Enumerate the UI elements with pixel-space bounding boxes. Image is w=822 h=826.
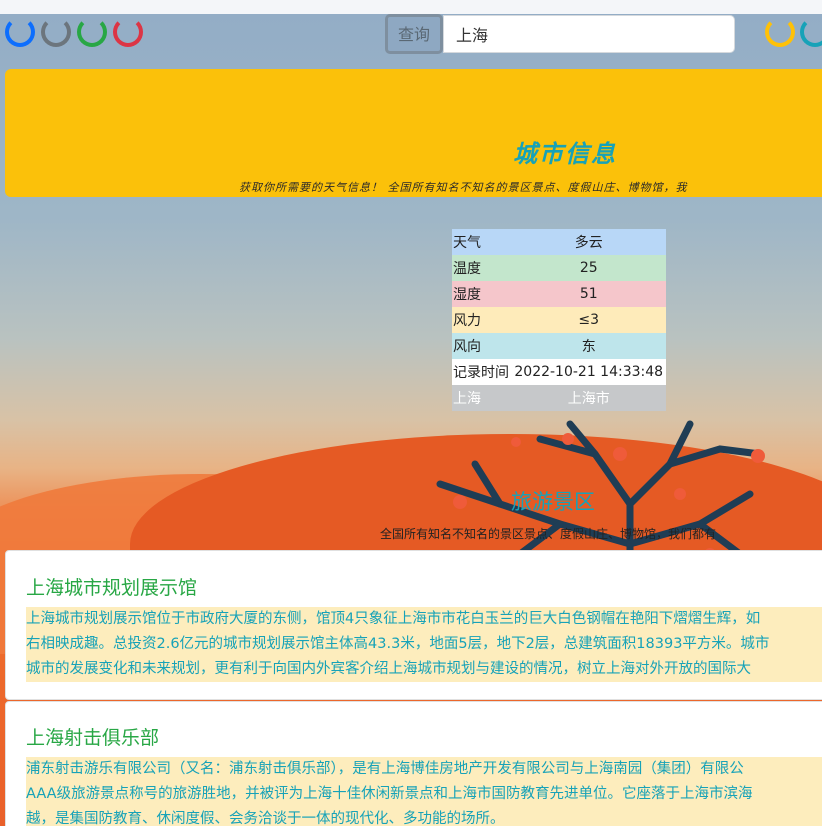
weather-label: 记录时间 bbox=[453, 365, 509, 381]
weather-value: 51 bbox=[579, 286, 598, 302]
search-button[interactable]: 查询 bbox=[385, 14, 443, 54]
description-line: 浦东射击游乐有限公司（又名：浦东射击俱乐部），是有上海博佳房地产开发有限公司与上… bbox=[26, 761, 744, 777]
weather-row: 温度 25 bbox=[452, 255, 666, 281]
weather-row: 记录时间 2022-10-21 14:33:48 bbox=[452, 359, 666, 385]
weather-value: 25 bbox=[579, 260, 598, 276]
weather-label: 风力 bbox=[453, 313, 481, 329]
weather-label: 上海 bbox=[453, 391, 481, 407]
weather-value: 上海市 bbox=[567, 391, 610, 407]
weather-label: 天气 bbox=[453, 235, 481, 251]
attraction-card: 上海射击俱乐部 浦东射击游乐有限公司（又名：浦东射击俱乐部），是有上海博佳房地产… bbox=[5, 701, 822, 826]
attraction-card: 上海城市规划展示馆 上海城市规划展示馆位于市政府大厦的东侧，馆顶4只象征上海市市… bbox=[5, 550, 822, 700]
description-line: 城市的发展变化和未来规划，更有利于向国内外宾客介绍上海城市规划与建设的情况，树立… bbox=[26, 661, 751, 677]
weather-row: 风向 东 bbox=[452, 333, 666, 359]
loading-spinner-red bbox=[113, 17, 143, 47]
weather-row: 湿度 51 bbox=[452, 281, 666, 307]
weather-row: 天气 多云 bbox=[452, 229, 666, 255]
weather-label: 风向 bbox=[453, 339, 481, 355]
weather-table: 天气 多云温度 25 湿度 51 风力 ≤3 风向 东记录时间 2022-10-21 14:33:… bbox=[452, 229, 666, 411]
banner-subtitle: 获取你所需要的天气信息！ 全国所有知名不知名的景区景点、度假山庄、博物馆，我 bbox=[239, 181, 688, 194]
weather-value: 2022-10-21 14:33:48 bbox=[514, 364, 664, 380]
tourism-section-subtitle: 全国所有知名不知名的景区景点、度假山庄、博物馆，我们都有 bbox=[380, 527, 717, 541]
weather-value: 多云 bbox=[574, 235, 603, 251]
description-line: 右相映成趣。总投资2.6亿元的城市规划展示馆主体高43.3米，地面5层，地下2层… bbox=[26, 636, 770, 652]
loading-spinner-blue bbox=[5, 17, 35, 47]
weather-row: 风力 ≤3 bbox=[452, 307, 666, 333]
attraction-title: 上海城市规划展示馆 bbox=[26, 577, 198, 599]
description-line: 上海城市规划展示馆位于市政府大厦的东侧，馆顶4只象征上海市市花白玉兰的巨大白色钢… bbox=[26, 611, 761, 627]
description-line: AAA级旅游景点称号的旅游胜地，并被评为上海十佳休闲新景点和上海市国防教育先进单… bbox=[26, 786, 753, 802]
description-line: 越，是集国防教育、休闲度假、会务洽谈于一体的现代化、多功能的场所。 bbox=[26, 811, 505, 826]
weather-label: 湿度 bbox=[453, 287, 481, 303]
page-title: 城市信息 bbox=[513, 139, 617, 168]
attraction-description: 浦东射击游乐有限公司（又名：浦东射击俱乐部），是有上海博佳房地产开发有限公司与上… bbox=[26, 757, 822, 826]
attraction-title: 上海射击俱乐部 bbox=[26, 727, 160, 749]
top-strip bbox=[0, 0, 822, 14]
city-search-input[interactable] bbox=[443, 15, 735, 53]
loading-spinner-green bbox=[77, 17, 107, 47]
weather-value: 东 bbox=[581, 339, 596, 355]
loading-spinner-cyan bbox=[800, 17, 822, 47]
header-banner: 城市信息 获取你所需要的天气信息！ 全国所有知名不知名的景区景点、度假山庄、博物… bbox=[5, 69, 822, 197]
attraction-description: 上海城市规划展示馆位于市政府大厦的东侧，馆顶4只象征上海市市花白玉兰的巨大白色钢… bbox=[26, 607, 822, 682]
loading-spinner-yellow bbox=[765, 17, 795, 47]
weather-value: ≤3 bbox=[578, 312, 600, 328]
weather-label: 温度 bbox=[453, 261, 481, 277]
loading-spinner-gray bbox=[41, 17, 71, 47]
tourism-section-title: 旅游景区 bbox=[511, 490, 595, 514]
weather-row: 上海 上海市 bbox=[452, 385, 666, 411]
